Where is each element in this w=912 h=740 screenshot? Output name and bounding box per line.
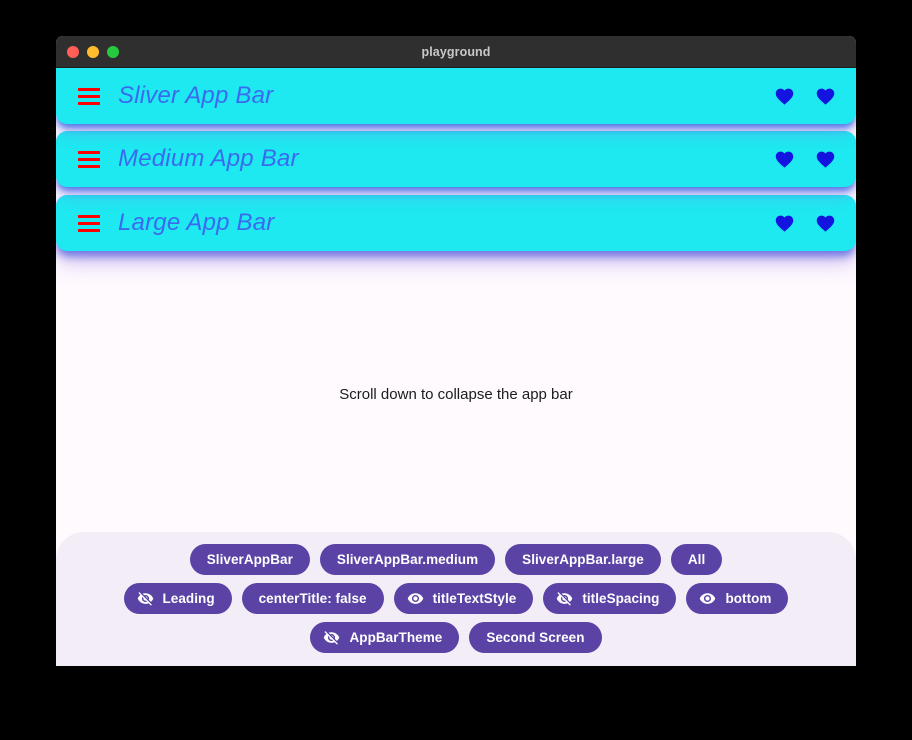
chip-sliverappbar[interactable]: SliverAppBar	[189, 544, 310, 575]
chip-label: bottom	[725, 591, 772, 606]
chip-label: titleTextStyle	[432, 591, 517, 606]
favorite-icon[interactable]	[774, 149, 795, 170]
appbar-title: Sliver App Bar	[118, 82, 274, 109]
scroll-hint-text: Scroll down to collapse the app bar	[339, 386, 573, 403]
eye-off-icon	[137, 592, 153, 606]
eye-off-icon	[324, 631, 340, 645]
chip-bottom[interactable]: bottom	[686, 583, 789, 614]
chip-label: titleSpacing	[582, 591, 660, 606]
sliver-app-bar: Sliver App Bar	[56, 68, 856, 124]
eye-off-icon	[557, 592, 573, 606]
control-row-2: Leading centerTitle: false titleTextStyl…	[64, 583, 848, 614]
eye-icon	[407, 593, 423, 604]
appbar-actions	[774, 213, 836, 234]
favorite-icon[interactable]	[815, 86, 836, 107]
chip-second-screen[interactable]: Second Screen	[469, 622, 602, 653]
menu-icon[interactable]	[78, 214, 100, 232]
sliver-app-bar-large: Large App Bar	[56, 195, 856, 251]
appbar-actions	[774, 86, 836, 107]
sliver-app-bar-medium: Medium App Bar	[56, 131, 856, 187]
chip-appbartheme[interactable]: AppBarTheme	[310, 622, 460, 653]
chip-label: AppBarTheme	[349, 630, 443, 645]
control-row-3: AppBarTheme Second Screen	[64, 622, 848, 653]
appbar-title: Large App Bar	[118, 209, 275, 236]
app-window: playground Sliver App Bar Medium App Bar…	[56, 36, 856, 666]
window-title: playground	[421, 44, 491, 59]
appbar-actions	[774, 149, 836, 170]
chip-sliverappbar-medium[interactable]: SliverAppBar.medium	[319, 544, 496, 575]
control-panel: SliverAppBar SliverAppBar.medium SliverA…	[56, 532, 856, 666]
minimize-button[interactable]	[87, 45, 99, 58]
chip-leading[interactable]: Leading	[123, 583, 232, 614]
close-button[interactable]	[67, 45, 79, 58]
chip-sliverappbar-large[interactable]: SliverAppBar.large	[505, 544, 661, 575]
favorite-icon[interactable]	[815, 149, 836, 170]
chip-titletextstyle[interactable]: titleTextStyle	[393, 583, 534, 614]
chip-centertitle[interactable]: centerTitle: false	[241, 583, 384, 614]
maximize-button[interactable]	[107, 45, 119, 58]
menu-icon[interactable]	[78, 150, 100, 168]
favorite-icon[interactable]	[774, 86, 795, 107]
appbar-title: Medium App Bar	[118, 145, 299, 172]
menu-icon[interactable]	[78, 87, 100, 105]
window-titlebar: playground	[56, 36, 856, 68]
app-body: Sliver App Bar Medium App Bar Large App …	[56, 68, 856, 666]
favorite-icon[interactable]	[774, 213, 795, 234]
chip-label: Leading	[162, 591, 215, 606]
sliver-appbar-stack: Sliver App Bar Medium App Bar Large App …	[56, 68, 856, 251]
screen-root: playground Sliver App Bar Medium App Bar…	[0, 0, 912, 740]
chip-all[interactable]: All	[670, 544, 723, 575]
control-row-1: SliverAppBar SliverAppBar.medium SliverA…	[64, 544, 848, 575]
chip-titlespacing[interactable]: titleSpacing	[543, 583, 677, 614]
favorite-icon[interactable]	[815, 213, 836, 234]
eye-icon	[700, 593, 716, 604]
traffic-light-group	[67, 45, 119, 58]
